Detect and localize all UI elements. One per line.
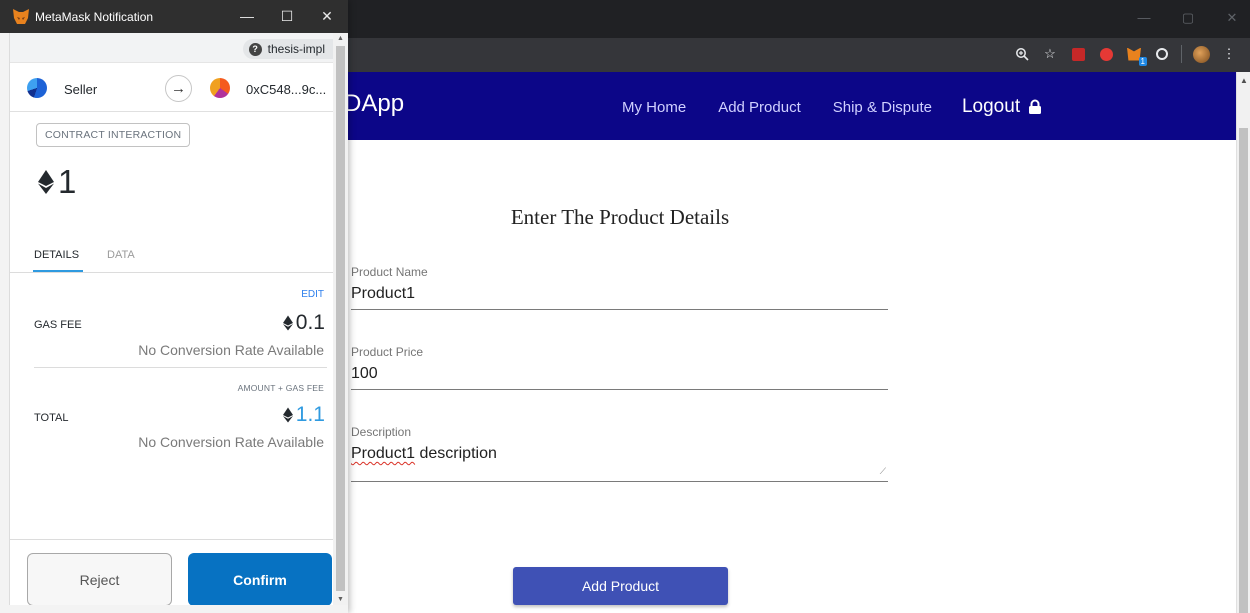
eth-icon [282,407,293,423]
textarea-resize-icon[interactable]: ⟋ [880,466,886,477]
arrow-right-icon: → [165,75,192,102]
description-label: Description [351,425,412,439]
gas-fee-label: GAS FEE [34,319,82,331]
total-conversion: No Conversion Rate Available [138,434,324,450]
metamask-fox-icon [13,9,29,24]
metamask-scroll-down-arrow[interactable]: ▼ [337,596,344,603]
metamask-minimize-button[interactable]: — [240,8,254,25]
metamask-titlebar: MetaMask Notification — ☐ ✕ [0,0,348,33]
nav-add-product[interactable]: Add Product [718,99,801,116]
page-scrollbar[interactable]: ▲ [1236,72,1250,613]
total-value: 1.1 [295,403,325,426]
edit-gas-link[interactable]: EDIT [301,289,324,300]
product-price-input[interactable]: 100 [351,365,888,390]
product-price-label: Product Price [351,345,424,359]
toolbar-icons: ☆ 1 ⋮ [1013,45,1238,66]
tab-data[interactable]: DATA [107,249,135,261]
browser-minimize-button[interactable]: — [1136,10,1152,26]
nav-links: My Home Add Product Ship & Dispute Logou… [622,96,1042,118]
total-label: TOTAL [34,412,69,424]
product-name-input[interactable]: Product1 [351,285,888,310]
help-icon: ? [248,42,262,56]
metamask-body: ? thesis-impl Seller → 0xC548...9c... CO… [10,33,333,605]
details-tabs: DETAILS DATA [10,241,333,273]
metamask-frame-bottom [0,605,348,613]
logout-label: Logout [961,96,1021,117]
to-account-address[interactable]: 0xC548...9c... [246,82,326,97]
lock-icon [1029,99,1042,114]
metamask-window-title: MetaMask Notification [35,10,154,24]
extension-icon[interactable] [1153,45,1171,63]
description-misspelled-word: Product1 [351,445,416,462]
amount-gas-fee-label: AMOUNT + GAS FEE [237,383,324,393]
bookmark-star-icon[interactable]: ☆ [1041,45,1059,63]
confirm-button[interactable]: Confirm [188,553,332,605]
tab-details[interactable]: DETAILS [34,249,79,261]
from-account-name[interactable]: Seller [64,82,97,97]
description-textarea[interactable]: Product1 description ⟋ [351,445,888,482]
reject-button[interactable]: Reject [27,553,172,605]
add-product-button[interactable]: Add Product [513,567,728,605]
eth-icon [38,170,54,194]
description-field[interactable]: Description Product1 description ⟋ [351,425,888,482]
form-title: Enter The Product Details [510,205,730,229]
summary-amount-value: 1 [58,163,77,200]
nav-ship-dispute[interactable]: Ship & Dispute [833,99,932,116]
metamask-badge: 1 [1138,57,1147,66]
page-scroll-up-arrow[interactable]: ▲ [1240,76,1248,85]
metamask-close-button[interactable]: ✕ [320,8,334,25]
browser-maximize-button[interactable]: ▢ [1180,10,1196,26]
toolbar-separator [1181,45,1182,63]
pdf-extension-icon[interactable] [1069,45,1087,63]
gas-fee-amount: 0.1 [282,311,325,335]
metamask-frame-left [0,33,10,613]
origin-pill: ? thesis-impl [242,39,333,59]
product-name-label: Product Name [351,265,428,279]
metamask-popup: MetaMask Notification — ☐ ✕ ? thesis-imp… [0,0,348,613]
nav-my-home[interactable]: My Home [622,99,686,116]
metamask-extension-icon[interactable]: 1 [1125,45,1147,66]
origin-name: thesis-impl [267,42,325,56]
gas-fee-value: 0.1 [295,311,325,334]
eth-icon [282,315,293,331]
menu-icon[interactable]: ⋮ [1220,45,1238,63]
account-transfer-row: Seller → 0xC548...9c... [10,64,333,112]
browser-window-controls: — ▢ ✕ [1136,10,1240,26]
adblock-extension-icon[interactable] [1097,45,1115,63]
origin-bar: ? thesis-impl [10,33,333,63]
metamask-scroll-up-arrow[interactable]: ▲ [337,35,344,42]
action-badge: CONTRACT INTERACTION [36,123,191,147]
gas-fee-conversion: No Conversion Rate Available [138,342,324,358]
details-divider [34,367,327,368]
page-scrollbar-thumb[interactable] [1239,128,1248,613]
metamask-window-controls: — ☐ ✕ [240,8,334,25]
product-name-field[interactable]: Product Name Product1 [351,265,888,310]
product-price-field[interactable]: Product Price 100 [351,345,888,390]
brand-title[interactable]: DApp [344,90,404,118]
metamask-scrollbar-thumb[interactable] [336,46,345,591]
metamask-scrollbar[interactable]: ▲ ▼ [333,33,348,605]
profile-avatar[interactable] [1192,45,1210,63]
to-account-avatar [210,78,230,98]
description-text: description [415,445,497,462]
summary-amount: 1 [38,163,76,201]
metamask-footer: Reject Confirm [10,539,333,605]
metamask-maximize-button[interactable]: ☐ [280,8,294,25]
active-tab-indicator [33,270,83,272]
from-account-avatar [27,78,47,98]
logout-button[interactable]: Logout [962,96,1042,118]
total-amount: 1.1 [282,403,325,427]
zoom-icon[interactable] [1013,45,1031,63]
browser-close-button[interactable]: ✕ [1224,10,1240,26]
